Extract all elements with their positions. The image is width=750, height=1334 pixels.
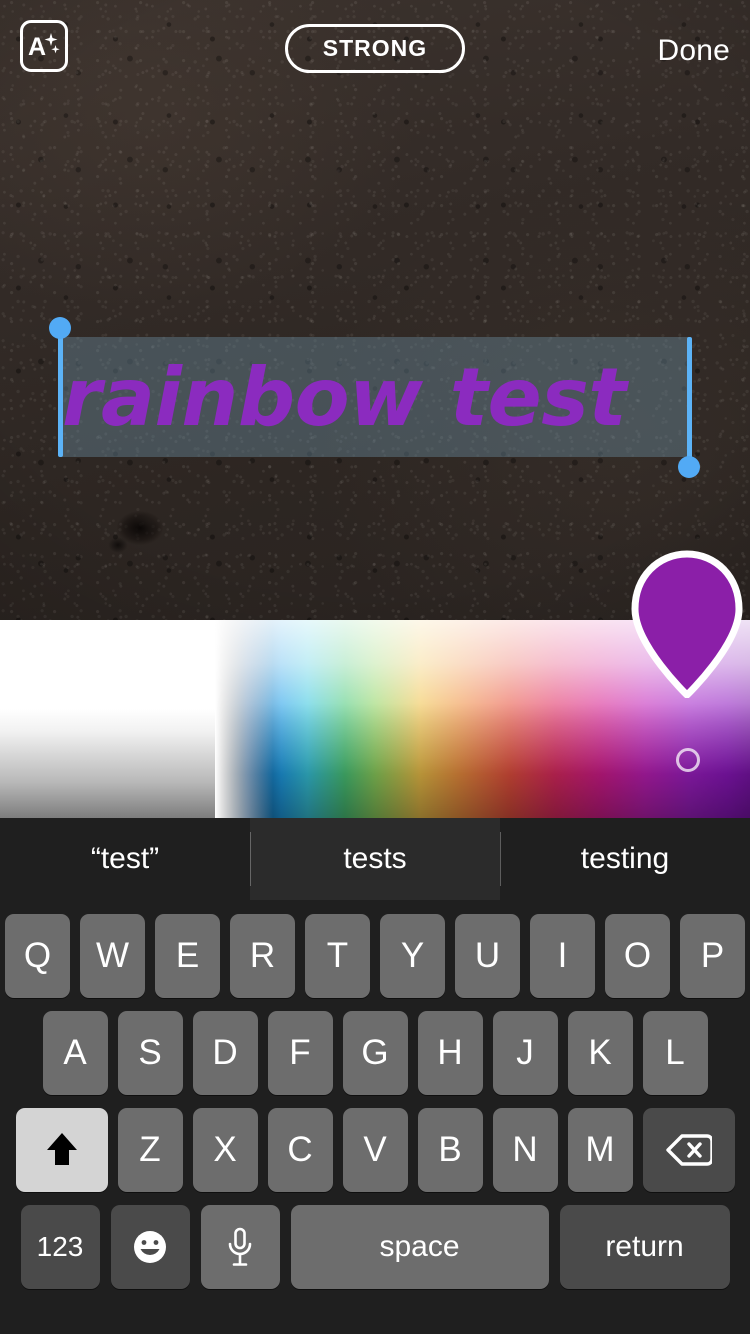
key-q[interactable]: Q <box>5 914 70 998</box>
key-u[interactable]: U <box>455 914 520 998</box>
space-key[interactable]: space <box>290 1205 549 1289</box>
key-p[interactable]: P <box>680 914 745 998</box>
suggestion-0[interactable]: “test” <box>0 818 250 900</box>
text-style-sparkle-icon: A <box>28 31 60 61</box>
selection-handle-start[interactable] <box>49 317 71 339</box>
font-style-pill-button[interactable]: STRONG <box>285 24 465 73</box>
key-k[interactable]: K <box>567 1011 633 1095</box>
key-j[interactable]: J <box>492 1011 558 1095</box>
keyboard-row-3: Z X C V B N M <box>0 1108 750 1192</box>
ios-keyboard: “test” tests testing Q W E R T Y U I O P… <box>0 818 750 1334</box>
key-r[interactable]: R <box>230 914 295 998</box>
key-c[interactable]: C <box>267 1108 333 1192</box>
key-d[interactable]: D <box>192 1011 258 1095</box>
dictation-key[interactable] <box>200 1205 280 1289</box>
keyboard-row-1: Q W E R T Y U I O P <box>0 914 750 998</box>
numbers-key[interactable]: 123 <box>20 1205 100 1289</box>
key-g[interactable]: G <box>342 1011 408 1095</box>
selection-handle-end[interactable] <box>678 456 700 478</box>
key-h[interactable]: H <box>417 1011 483 1095</box>
editor-top-bar: A STRONG Done <box>0 0 750 96</box>
key-s[interactable]: S <box>117 1011 183 1095</box>
done-button[interactable]: Done <box>657 34 730 68</box>
story-text[interactable]: rainbow test <box>62 344 702 452</box>
key-b[interactable]: B <box>417 1108 483 1192</box>
key-o[interactable]: O <box>605 914 670 998</box>
key-w[interactable]: W <box>80 914 145 998</box>
screen: rainbow test A STRONG Done “test” tests … <box>0 0 750 1334</box>
keyboard-rows: Q W E R T Y U I O P A S D F G H J K L Z … <box>0 900 750 1289</box>
key-l[interactable]: L <box>642 1011 708 1095</box>
backspace-delete-icon <box>665 1133 712 1167</box>
return-key[interactable]: return <box>559 1205 730 1289</box>
emoji-smiley-icon <box>132 1229 168 1265</box>
previous-color-ring-icon[interactable] <box>676 748 700 772</box>
delete-key[interactable] <box>642 1108 735 1192</box>
shift-key[interactable] <box>15 1108 108 1192</box>
suggestion-2[interactable]: testing <box>500 818 750 900</box>
key-y[interactable]: Y <box>380 914 445 998</box>
text-style-button[interactable]: A <box>20 20 68 72</box>
key-e[interactable]: E <box>155 914 220 998</box>
key-x[interactable]: X <box>192 1108 258 1192</box>
svg-text:A: A <box>28 33 46 61</box>
key-f[interactable]: F <box>267 1011 333 1095</box>
keyboard-row-2: A S D F G H J K L <box>0 1011 750 1095</box>
shift-arrow-icon <box>45 1131 79 1169</box>
autocomplete-suggestion-bar: “test” tests testing <box>0 818 750 900</box>
key-i[interactable]: I <box>530 914 595 998</box>
font-style-label: STRONG <box>322 35 428 61</box>
key-v[interactable]: V <box>342 1108 408 1192</box>
emoji-key[interactable] <box>110 1205 190 1289</box>
color-spectrum-picker[interactable] <box>0 550 750 818</box>
key-n[interactable]: N <box>492 1108 558 1192</box>
selection-caret-left <box>58 330 63 457</box>
key-m[interactable]: M <box>567 1108 633 1192</box>
suggestion-1[interactable]: tests <box>250 818 500 900</box>
microphone-icon <box>226 1227 254 1267</box>
keyboard-row-4: 123 space return <box>0 1205 750 1289</box>
selection-caret-right <box>687 337 692 464</box>
key-t[interactable]: T <box>305 914 370 998</box>
key-z[interactable]: Z <box>117 1108 183 1192</box>
spectrum-white-block <box>0 620 273 818</box>
key-a[interactable]: A <box>42 1011 108 1095</box>
